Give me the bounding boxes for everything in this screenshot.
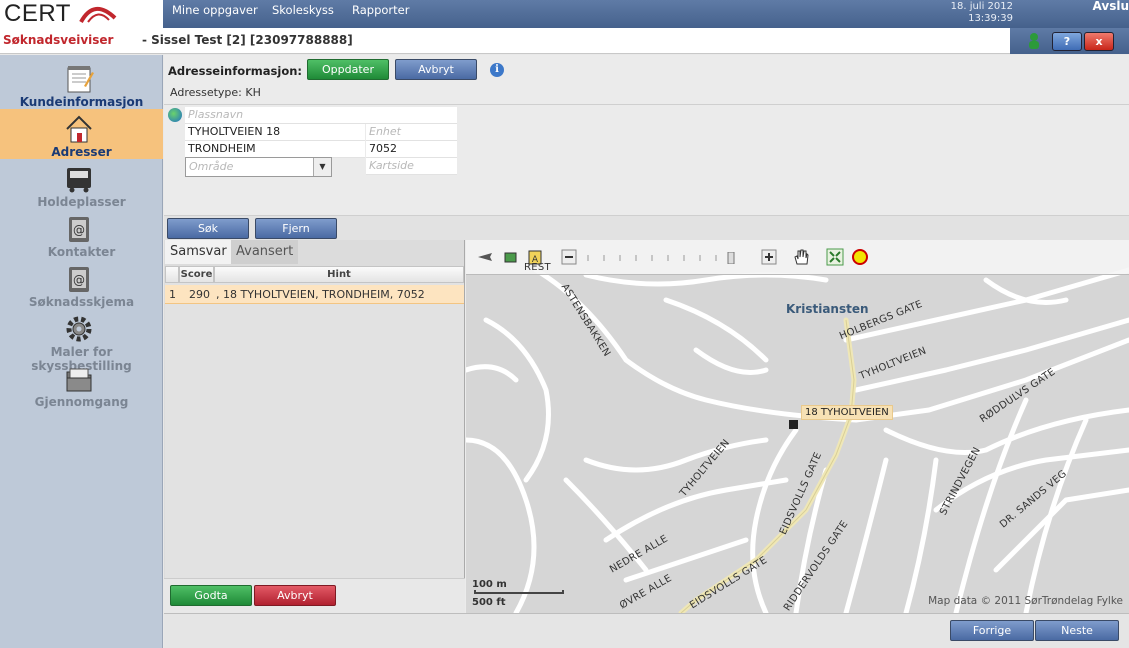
time-text: 13:39:39	[968, 13, 1013, 24]
previous-button[interactable]: Forrige	[950, 620, 1034, 641]
close-button[interactable]: x	[1084, 32, 1114, 51]
sidebar-item-gjennomgang[interactable]: Gjennomgang	[0, 359, 163, 409]
postcode-field[interactable]: 7052	[366, 141, 457, 158]
accept-button[interactable]: Godta	[170, 585, 252, 606]
zoom-out-icon[interactable]	[560, 248, 578, 266]
sidebar-label: Kontakter	[47, 245, 116, 259]
map-view[interactable]: A Kristiansten 18 TYHOLTVEIEN ASTENSBAKK…	[466, 240, 1129, 613]
top-bar: CERT Mine oppgaver Skoleskyss Rapporter …	[0, 0, 1129, 28]
sidebar-label: Adresser	[51, 145, 112, 159]
info-icon[interactable]: i	[490, 63, 504, 77]
scale-feet: 500 ft	[472, 597, 506, 608]
scale-bar	[474, 590, 564, 594]
mappage-field[interactable]: Kartside	[366, 158, 457, 175]
airplane-icon[interactable]	[476, 248, 494, 266]
address-form: Plassnavn TYHOLTVEIEN 18 Enhet TRONDHEIM…	[164, 104, 1129, 215]
update-button[interactable]: Oppdater	[307, 59, 389, 80]
area-select-value: Område	[189, 160, 234, 173]
form-icon: @	[69, 267, 89, 292]
chevron-down-icon[interactable]: ▼	[313, 158, 331, 176]
sidebar-label: Søknadsskjema	[28, 295, 135, 309]
address-header: Adresseinformasjon: Oppdater Avbryt i Ad…	[164, 55, 1129, 103]
logo-swoosh-icon	[79, 7, 117, 24]
marker-circle-icon[interactable]	[851, 248, 869, 266]
globe-icon[interactable]	[168, 108, 182, 122]
row-score: 290	[189, 288, 210, 301]
search-button[interactable]: Søk	[167, 218, 249, 239]
results-grid: Score Hint 1 290 , 18 TYHOLTVEIEN, TROND…	[165, 266, 464, 578]
date-text: 18. juli 2012	[950, 1, 1013, 12]
sidebar-item-maler[interactable]: Maler for skyssbestilling	[0, 309, 163, 373]
svg-text:@: @	[73, 273, 85, 287]
column-header-score[interactable]: Score	[179, 266, 214, 283]
svg-text:@: @	[73, 223, 85, 237]
next-button[interactable]: Neste	[1035, 620, 1119, 641]
bottom-bar: Forrige Neste	[164, 613, 1129, 648]
unit-field[interactable]: Enhet	[366, 124, 457, 141]
nav-rapporter[interactable]: Rapporter	[352, 3, 409, 17]
folder-icon	[66, 368, 92, 392]
sidebar-label: Kundeinformasjon	[19, 95, 144, 109]
sidebar-item-kundeinformasjon[interactable]: Kundeinformasjon	[0, 59, 163, 109]
main-panel: Adresseinformasjon: Oppdater Avbryt i Ad…	[164, 55, 1129, 648]
datetime: 18. juli 2012 13:39:39	[951, 1, 1013, 25]
nav-mine-oppgaver[interactable]: Mine oppgaver	[172, 3, 258, 17]
zoom-slider[interactable]	[584, 252, 744, 264]
street-label: REST	[524, 262, 551, 273]
zoom-in-icon[interactable]	[760, 248, 778, 266]
contacts-icon: @	[69, 217, 89, 242]
tab-samsvar[interactable]: Samsvar	[165, 240, 232, 264]
notepad-icon	[67, 66, 94, 93]
search-bar: Søk Fjern	[164, 215, 1129, 240]
sidebar-label: Gjennomgang	[34, 395, 129, 409]
row-hint: , 18 TYHOLTVEIEN, TRONDHEIM, 7052	[216, 288, 425, 301]
table-row[interactable]: 1 290 , 18 TYHOLTVEIEN, TRONDHEIM, 7052	[165, 285, 464, 304]
zoom-extent-icon[interactable]	[826, 248, 844, 266]
column-header-hint[interactable]: Hint	[214, 266, 464, 283]
bus-stop-icon	[67, 168, 91, 193]
placename-field[interactable]: Plassnavn	[185, 107, 457, 124]
cancel-results-button[interactable]: Avbryt	[254, 585, 336, 606]
layers-icon[interactable]	[502, 248, 520, 266]
map-toolbar: A	[466, 240, 1129, 275]
help-button[interactable]: ?	[1052, 32, 1082, 51]
results-panel: Samsvar Avansert Score Hint 1 290 , 18 T…	[164, 240, 465, 648]
grid-corner	[165, 266, 179, 283]
sidebar-item-holdeplasser[interactable]: Holdeplasser	[0, 159, 163, 209]
app-name: Søknadsveiviser	[3, 33, 114, 47]
logo-text: CERT	[4, 0, 71, 27]
address-callout[interactable]: 18 TYHOLTVEIEN	[801, 405, 893, 420]
sidebar-item-soknadsskjema[interactable]: @ Søknadsskjema	[0, 259, 163, 309]
district-label: Kristiansten	[786, 302, 869, 316]
nav-skoleskyss[interactable]: Skoleskyss	[272, 3, 334, 17]
main-nav: Mine oppgaver Skoleskyss Rapporter 18. j…	[163, 0, 1129, 28]
client-title: - Sissel Test [2] [23097788888]	[142, 33, 353, 47]
address-type: Adressetype: KH	[170, 86, 261, 99]
user-status-icon[interactable]	[1026, 32, 1042, 50]
map-copyright: Map data © 2011 SørTrøndelag Fylke	[928, 595, 1123, 607]
hand-pan-icon[interactable]	[792, 248, 810, 266]
map-scale: 100 m 500 ft	[472, 578, 564, 609]
sidebar: Kundeinformasjon Adresser Holdeplasser @…	[0, 55, 163, 648]
logo: CERT	[0, 0, 163, 28]
sidebar-item-kontakter[interactable]: @ Kontakter	[0, 209, 163, 259]
street-field[interactable]: TYHOLTVEIEN 18	[185, 124, 365, 141]
tab-avansert[interactable]: Avansert	[231, 240, 299, 264]
cancel-address-button[interactable]: Avbryt	[395, 59, 477, 80]
sidebar-label: Holdeplasser	[37, 195, 126, 209]
address-header-label: Adresseinformasjon:	[168, 64, 303, 78]
sidebar-item-adresser[interactable]: Adresser	[0, 109, 163, 159]
title-bar: Søknadsveiviser - Sissel Test [2] [23097…	[0, 28, 1129, 54]
logout-link[interactable]: Avslu	[1093, 0, 1129, 13]
remove-button[interactable]: Fjern	[255, 218, 337, 239]
gear-icon	[66, 316, 92, 342]
row-index: 1	[169, 288, 176, 301]
house-icon	[66, 115, 92, 143]
city-field[interactable]: TRONDHEIM	[185, 141, 365, 158]
area-select[interactable]: Område ▼	[185, 157, 332, 177]
